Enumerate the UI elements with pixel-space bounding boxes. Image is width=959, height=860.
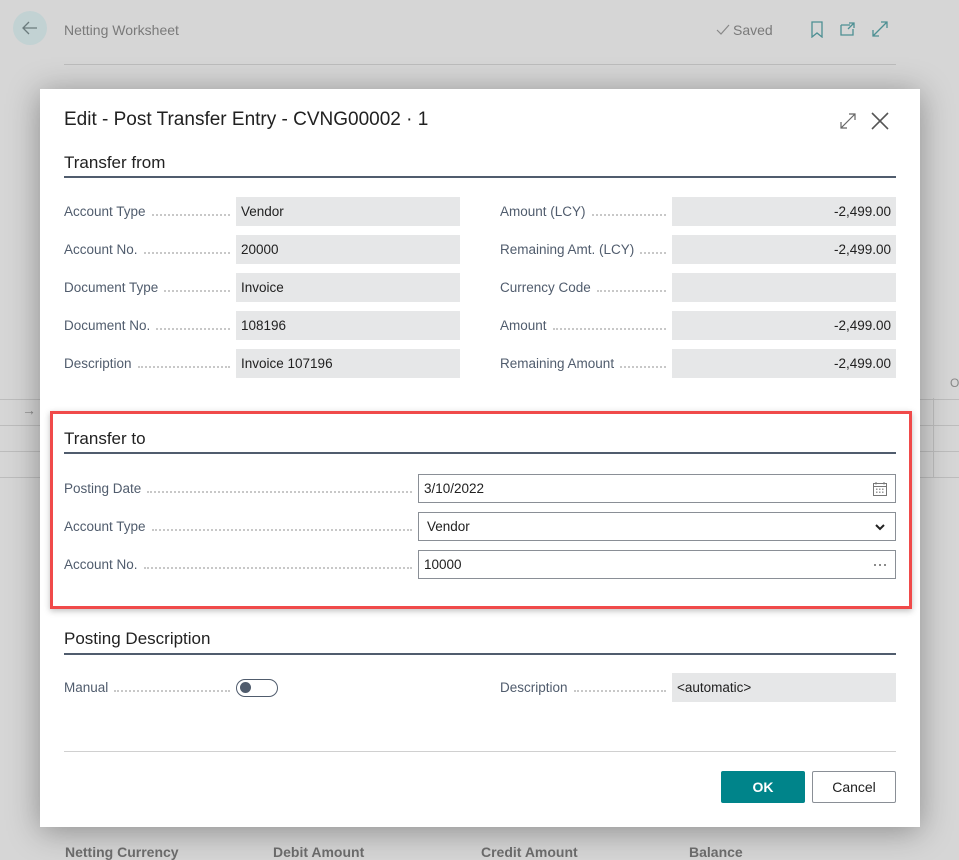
posting-description-value: <automatic> [672, 673, 896, 702]
section-divider [64, 176, 896, 178]
background-page-header: Netting Worksheet Saved [0, 0, 959, 90]
ok-button[interactable]: OK [721, 771, 805, 803]
account-no-to-value: 10000 [424, 557, 462, 572]
edit-dialog: Edit - Post Transfer Entry - CVNG00002 ·… [40, 89, 920, 827]
bookmark-icon[interactable] [808, 20, 826, 38]
field-account-type: Account Type Vendor [64, 197, 460, 226]
back-button[interactable] [13, 11, 47, 45]
posting-date-input[interactable]: 3/10/2022 [418, 474, 896, 503]
field-currency-code: Currency Code [500, 273, 896, 302]
field-label: Document Type [64, 280, 159, 295]
ellipsis-lookup-icon[interactable] [871, 556, 889, 574]
account-type-value: Vendor [236, 197, 460, 226]
field-label: Amount (LCY) [500, 204, 586, 219]
field-label: Manual [64, 680, 109, 695]
divider [64, 64, 416, 65]
expand-icon[interactable] [838, 111, 858, 131]
expand-icon[interactable] [871, 20, 889, 38]
field-manual: Manual [64, 673, 278, 702]
field-label: Description [64, 356, 132, 371]
saved-status-text: Saved [733, 22, 773, 38]
field-label: Account Type [64, 519, 146, 534]
background-partial-header: O [950, 376, 959, 390]
chevron-down-icon[interactable] [871, 518, 889, 536]
field-account-type-to: Account Type Vendor [64, 512, 896, 541]
field-label: Description [500, 680, 568, 695]
field-account-no: Account No. 20000 [64, 235, 460, 264]
document-no-value: 108196 [236, 311, 460, 340]
row-arrow-icon: → [22, 402, 36, 418]
field-label: Posting Date [64, 481, 142, 496]
field-amount: Amount -2,499.00 [500, 311, 896, 340]
divider [416, 64, 896, 65]
calendar-icon[interactable] [871, 480, 889, 498]
field-amount-lcy: Amount (LCY) -2,499.00 [500, 197, 896, 226]
footer-divider [64, 751, 896, 752]
checkmark-icon [716, 24, 730, 35]
posting-date-value: 3/10/2022 [424, 481, 485, 496]
field-label: Document No. [64, 318, 151, 333]
amount-lcy-value: -2,499.00 [672, 197, 896, 226]
page-title: Netting Worksheet [64, 22, 179, 38]
section-divider [64, 653, 896, 655]
field-document-type: Document Type Invoice [64, 273, 460, 302]
account-type-selected-value: Vendor [427, 519, 470, 534]
remaining-amount-value: -2,499.00 [672, 349, 896, 378]
field-label: Account No. [64, 242, 138, 257]
background-column-divider [933, 398, 934, 478]
description-value: Invoice 107196 [236, 349, 460, 378]
open-new-window-icon[interactable] [839, 20, 857, 38]
column-header-debit-amount[interactable]: Debit Amount [273, 844, 364, 860]
manual-toggle[interactable] [236, 678, 278, 697]
field-remaining-amt-lcy: Remaining Amt. (LCY) -2,499.00 [500, 235, 896, 264]
section-title-posting-description: Posting Description [64, 629, 211, 648]
field-label: Currency Code [500, 280, 591, 295]
dialog-title: Edit - Post Transfer Entry - CVNG00002 ·… [64, 109, 429, 130]
field-label: Amount [500, 318, 547, 333]
close-icon[interactable] [868, 109, 892, 133]
field-description: Description Invoice 107196 [64, 349, 460, 378]
amount-value: -2,499.00 [672, 311, 896, 340]
saved-status: Saved [716, 22, 773, 38]
field-label: Account No. [64, 557, 138, 572]
field-posting-description: Description <automatic> [500, 673, 896, 702]
section-title-transfer-from: Transfer from [64, 153, 166, 172]
field-posting-date: Posting Date 3/10/2022 [64, 474, 896, 503]
account-type-select[interactable]: Vendor [418, 512, 896, 541]
toggle-knob [240, 682, 251, 693]
remaining-amt-lcy-value: -2,499.00 [672, 235, 896, 264]
cancel-button[interactable]: Cancel [812, 771, 896, 803]
field-label: Remaining Amt. (LCY) [500, 242, 635, 257]
currency-code-value [672, 273, 896, 302]
field-document-no: Document No. 108196 [64, 311, 460, 340]
column-header-credit-amount[interactable]: Credit Amount [481, 844, 578, 860]
column-header-balance[interactable]: Balance [689, 844, 743, 860]
section-divider [64, 452, 896, 454]
field-remaining-amount: Remaining Amount -2,499.00 [500, 349, 896, 378]
account-no-value: 20000 [236, 235, 460, 264]
document-type-value: Invoice [236, 273, 460, 302]
field-account-no-to: Account No. 10000 [64, 550, 896, 579]
account-no-input[interactable]: 10000 [418, 550, 896, 579]
section-title-transfer-to: Transfer to [64, 429, 146, 448]
field-label: Remaining Amount [500, 356, 615, 371]
column-header-netting-currency[interactable]: Netting Currency [65, 844, 179, 860]
field-label: Account Type [64, 204, 146, 219]
highlight-box [50, 411, 912, 609]
arrow-left-icon [22, 21, 37, 35]
